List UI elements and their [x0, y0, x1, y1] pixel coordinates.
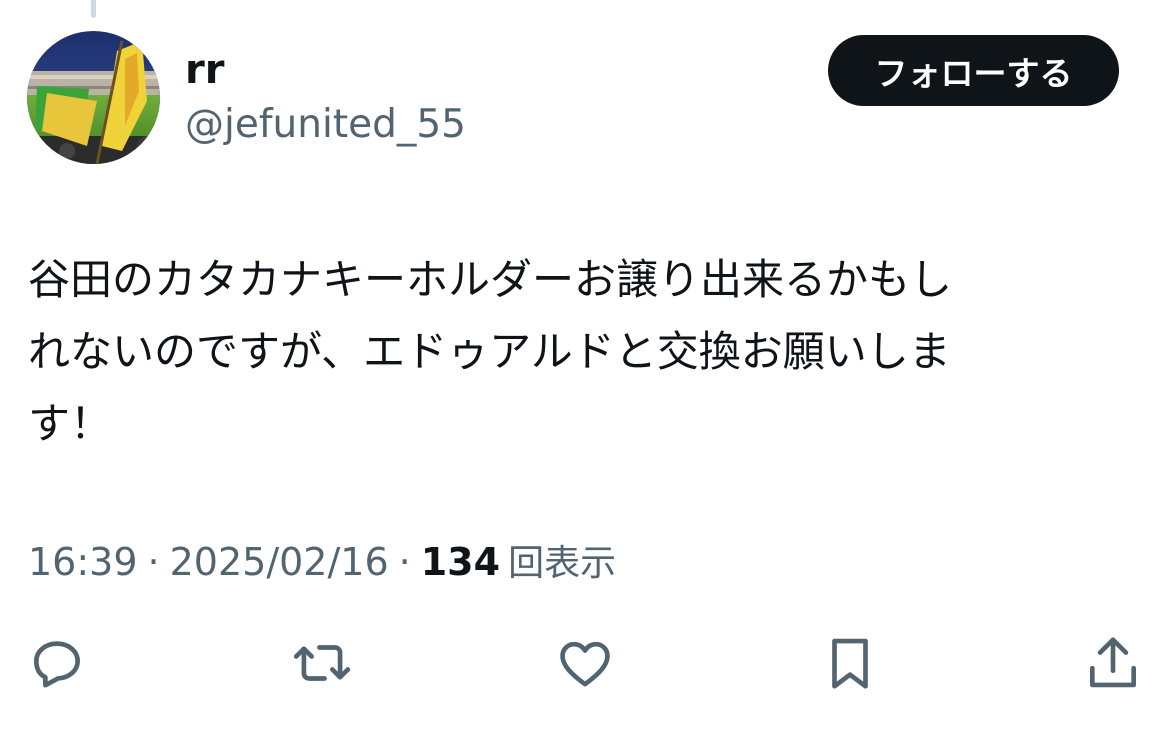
meta-separator: · — [398, 540, 411, 584]
tweet-text: 谷田のカタカナキーホルダーお譲り出来るかもし れないのですが、エドゥアルドと交換… — [28, 255, 953, 448]
avatar[interactable] — [27, 31, 160, 164]
bookmark-button[interactable] — [815, 628, 885, 698]
views-count[interactable]: 134 — [421, 536, 500, 588]
share-icon — [1090, 637, 1136, 688]
reply-icon — [34, 641, 80, 688]
like-icon — [560, 641, 610, 687]
retweet-icon — [293, 645, 351, 681]
user-handle[interactable]: @jefunited_55 — [185, 102, 466, 148]
bookmark-icon — [832, 638, 868, 689]
tweet-meta: 16:39 · 2025/02/16 · 134 回表示 — [28, 536, 616, 588]
thread-connector-line — [91, 0, 96, 18]
avatar-image — [27, 31, 160, 164]
tweet-time[interactable]: 16:39 — [28, 536, 138, 588]
retweet-button[interactable] — [287, 628, 357, 698]
follow-button[interactable]: フォローする — [828, 35, 1119, 106]
like-button[interactable] — [550, 628, 620, 698]
action-bar — [0, 628, 1170, 698]
reply-button[interactable] — [22, 628, 92, 698]
views-label[interactable]: 回表示 — [508, 538, 616, 590]
share-button[interactable] — [1078, 628, 1148, 698]
meta-separator: · — [147, 540, 160, 584]
tweet-date[interactable]: 2025/02/16 — [170, 536, 389, 588]
display-name[interactable]: rr — [185, 46, 224, 94]
